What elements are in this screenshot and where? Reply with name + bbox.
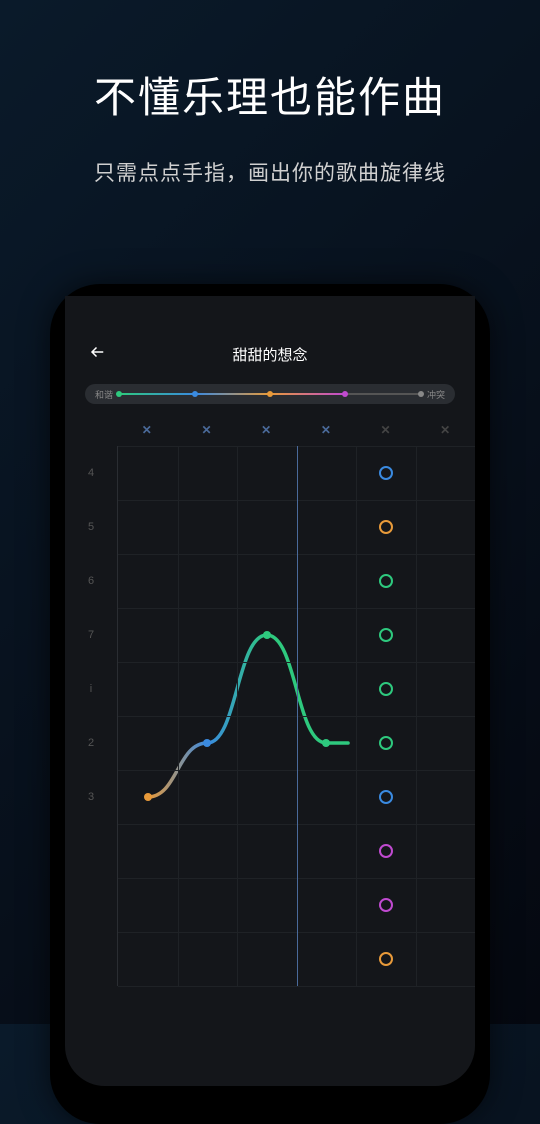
slider-stop[interactable]: [116, 391, 122, 397]
y-axis: 4567i23: [65, 446, 117, 986]
app-title: 甜甜的想念: [85, 344, 455, 365]
column-close-icon[interactable]: ✕: [321, 423, 331, 437]
note-palette-circle[interactable]: [379, 628, 393, 642]
hero-subtitle: 只需点点手指，画出你的歌曲旋律线: [0, 157, 540, 187]
note-palette-circle[interactable]: [379, 682, 393, 696]
note-palette-circle[interactable]: [379, 790, 393, 804]
column-close-icon[interactable]: ✕: [440, 423, 450, 437]
y-axis-label: [65, 932, 117, 986]
playhead: [297, 446, 299, 986]
slider-stop[interactable]: [418, 391, 424, 397]
note-palette-circle[interactable]: [379, 952, 393, 966]
phone-frame: 甜甜的想念 和谐 冲突 ✕ ✕ ✕ ✕ ✕ ✕ 4567i23: [50, 284, 490, 1124]
grid-vline: [237, 446, 238, 986]
melody-grid[interactable]: [117, 446, 475, 986]
melody-grid-area: 4567i23: [65, 446, 475, 986]
y-axis-label: [65, 878, 117, 932]
slider-stop[interactable]: [267, 391, 273, 397]
grid-vline: [178, 446, 179, 986]
y-axis-label: 2: [65, 716, 117, 770]
column-close-icon[interactable]: ✕: [380, 423, 390, 437]
app-header: 甜甜的想念: [65, 332, 475, 376]
slider-stop[interactable]: [192, 391, 198, 397]
note-palette-circle[interactable]: [379, 520, 393, 534]
back-icon[interactable]: [89, 341, 107, 367]
y-axis-label: i: [65, 662, 117, 716]
slider-label-right: 冲突: [427, 388, 445, 401]
phone-screen: 甜甜的想念 和谐 冲突 ✕ ✕ ✕ ✕ ✕ ✕ 4567i23: [65, 296, 475, 1086]
slider-label-left: 和谐: [95, 388, 113, 401]
column-close-icon[interactable]: ✕: [261, 423, 271, 437]
y-axis-label: 3: [65, 770, 117, 824]
note-palette-circle[interactable]: [379, 736, 393, 750]
melody-node[interactable]: [322, 739, 330, 747]
column-close-icon[interactable]: ✕: [142, 423, 152, 437]
grid-vline: [356, 446, 357, 986]
note-palette-circle[interactable]: [379, 466, 393, 480]
melody-node[interactable]: [144, 793, 152, 801]
y-axis-label: 4: [65, 446, 117, 500]
hero-title: 不懂乐理也能作曲: [0, 64, 540, 125]
grid-hline: [118, 986, 475, 987]
y-axis-label: 6: [65, 554, 117, 608]
melody-node[interactable]: [263, 631, 271, 639]
column-close-row: ✕ ✕ ✕ ✕ ✕ ✕: [65, 418, 475, 442]
slider-track: [119, 393, 421, 395]
y-axis-label: [65, 824, 117, 878]
slider-stop[interactable]: [342, 391, 348, 397]
harmony-slider[interactable]: 和谐 冲突: [85, 384, 455, 404]
melody-node[interactable]: [203, 739, 211, 747]
y-axis-label: 7: [65, 608, 117, 662]
note-palette-circle[interactable]: [379, 898, 393, 912]
column-close-icon[interactable]: ✕: [201, 423, 211, 437]
note-palette-circle[interactable]: [379, 574, 393, 588]
grid-vline: [416, 446, 417, 986]
note-palette-circle[interactable]: [379, 844, 393, 858]
y-axis-label: 5: [65, 500, 117, 554]
